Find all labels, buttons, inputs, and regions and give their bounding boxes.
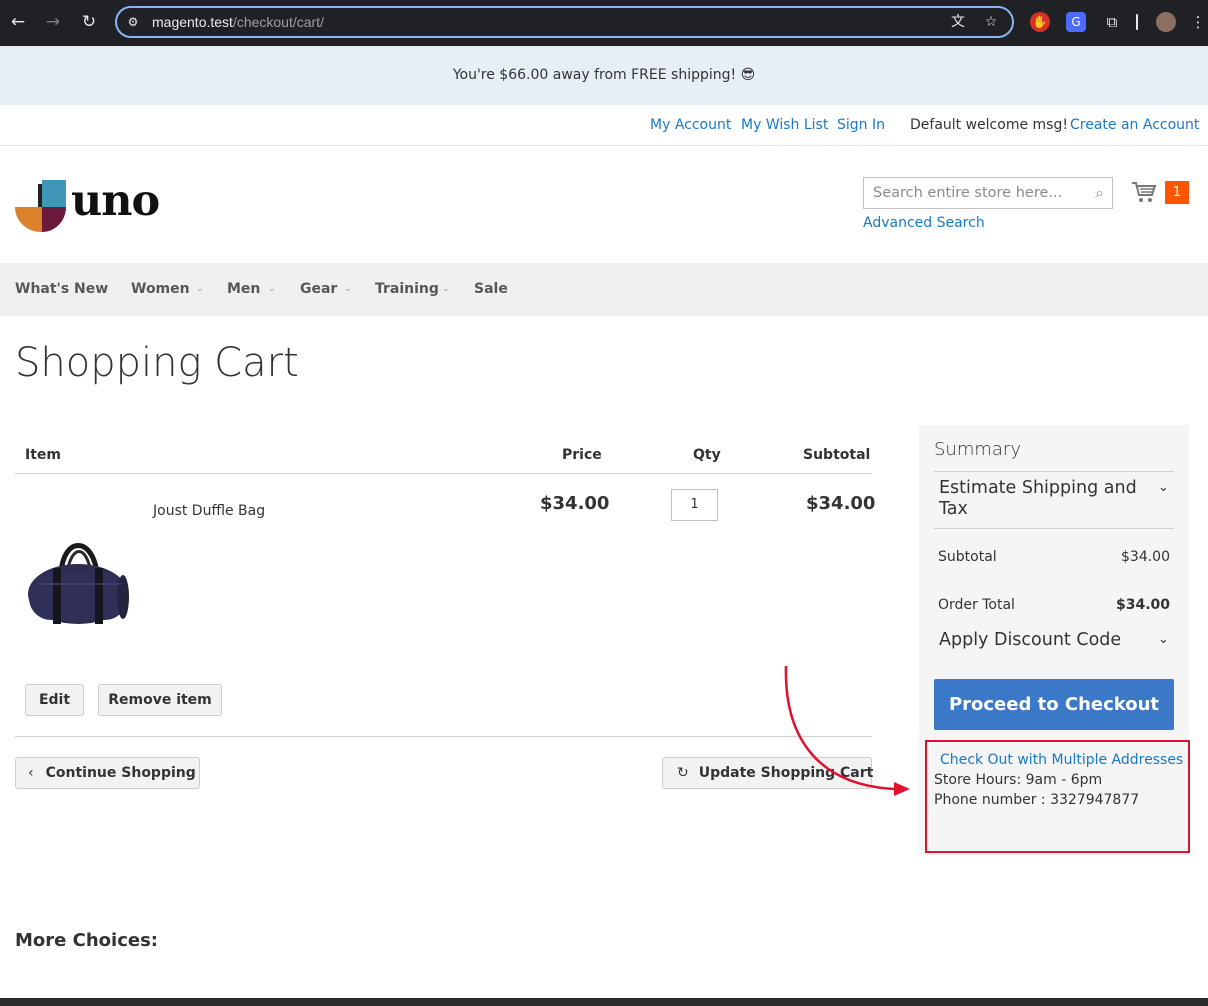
translate-extension-icon[interactable]: G bbox=[1066, 12, 1086, 32]
search-input[interactable]: Search entire store here... ⌕ bbox=[863, 177, 1113, 209]
welcome-message: Default welcome msg! bbox=[910, 117, 1068, 133]
toolbar-divider bbox=[1136, 14, 1138, 30]
page-bottom-edge bbox=[0, 998, 1208, 1006]
nav-item-men[interactable]: Men bbox=[227, 281, 260, 297]
cart-icon bbox=[1132, 182, 1157, 202]
translate-icon[interactable]: 文 bbox=[949, 13, 967, 31]
create-account-link[interactable]: Create an Account bbox=[1070, 117, 1199, 133]
chevron-down-icon: ⌄ bbox=[196, 284, 204, 294]
continue-shopping-button[interactable]: ‹ Continue Shopping bbox=[15, 757, 200, 789]
search-placeholder: Search entire store here... bbox=[873, 185, 1063, 201]
refresh-icon: ↻ bbox=[677, 765, 689, 781]
proceed-to-checkout-button[interactable]: Proceed to Checkout bbox=[934, 679, 1174, 730]
nav-item-gear[interactable]: Gear bbox=[300, 281, 337, 297]
column-header-subtotal: Subtotal bbox=[803, 447, 871, 463]
browser-toolbar: ← → ↻ ⚙ magento.test/checkout/cart/ 文 ☆ … bbox=[0, 0, 1208, 46]
free-shipping-banner: You're $66.00 away from FREE shipping! 😎 bbox=[0, 46, 1208, 105]
main-navigation: What's New Women ⌄ Men ⌄ Gear ⌄ Training… bbox=[0, 263, 1208, 316]
chevron-down-icon: ⌄ bbox=[268, 284, 276, 294]
site-settings-icon[interactable]: ⚙ bbox=[125, 14, 141, 30]
estimate-shipping-toggle[interactable]: Estimate Shipping and Tax bbox=[939, 478, 1149, 520]
url-text: magento.test/checkout/cart/ bbox=[152, 14, 324, 30]
chevron-down-icon[interactable]: ⌄ bbox=[1158, 480, 1169, 495]
extensions-icon[interactable]: ⧉ bbox=[1102, 12, 1122, 32]
divider bbox=[15, 736, 872, 737]
divider bbox=[15, 473, 872, 474]
summary-title: Summary bbox=[934, 439, 1021, 460]
order-total-value: $34.00 bbox=[1115, 597, 1170, 613]
divider bbox=[934, 471, 1174, 472]
browser-menu-icon[interactable]: ⋮ bbox=[1188, 12, 1208, 32]
product-price: $34.00 bbox=[540, 493, 610, 514]
product-subtotal: $34.00 bbox=[806, 493, 876, 514]
advanced-search-link[interactable]: Advanced Search bbox=[863, 215, 985, 231]
more-choices-heading: More Choices: bbox=[15, 930, 158, 951]
chevron-left-icon: ‹ bbox=[28, 765, 34, 781]
chevron-down-icon[interactable]: ⌄ bbox=[1158, 632, 1169, 647]
sign-in-link[interactable]: Sign In bbox=[837, 117, 885, 133]
wish-list-link[interactable]: My Wish List bbox=[741, 117, 828, 133]
nav-item-training[interactable]: Training bbox=[375, 281, 439, 297]
adblock-extension-icon[interactable]: ✋ bbox=[1030, 12, 1050, 32]
bookmark-star-icon[interactable]: ☆ bbox=[982, 13, 1000, 31]
edit-button[interactable]: Edit bbox=[25, 684, 84, 716]
mini-cart-icon[interactable] bbox=[1131, 180, 1157, 206]
order-total-label: Order Total bbox=[938, 597, 1015, 613]
column-header-price: Price bbox=[562, 447, 602, 463]
subtotal-value: $34.00 bbox=[1121, 549, 1170, 565]
address-bar[interactable]: ⚙ magento.test/checkout/cart/ 文 ☆ bbox=[115, 6, 1014, 38]
store-logo[interactable]: uno bbox=[14, 176, 160, 235]
remove-item-button[interactable]: Remove item bbox=[98, 684, 222, 716]
forward-icon[interactable]: → bbox=[42, 11, 64, 33]
chevron-down-icon: ⌄ bbox=[344, 284, 352, 294]
nav-item-women[interactable]: Women bbox=[131, 281, 190, 297]
annotation-highlight-box bbox=[925, 740, 1190, 853]
cart-count-badge[interactable]: 1 bbox=[1165, 181, 1189, 204]
apply-discount-toggle[interactable]: Apply Discount Code bbox=[939, 630, 1121, 651]
nav-item-sale[interactable]: Sale bbox=[474, 281, 508, 297]
product-image[interactable] bbox=[23, 532, 133, 632]
subtotal-label: Subtotal bbox=[938, 549, 997, 565]
column-header-qty: Qty bbox=[693, 447, 721, 463]
my-account-link[interactable]: My Account bbox=[650, 117, 731, 133]
nav-item-whats-new[interactable]: What's New bbox=[15, 281, 108, 297]
column-header-item: Item bbox=[25, 447, 61, 463]
duffle-bag-image bbox=[28, 543, 129, 624]
back-icon[interactable]: ← bbox=[7, 11, 29, 33]
header-links: My Account My Wish List Sign In Default … bbox=[0, 106, 1208, 146]
qty-input[interactable]: 1 bbox=[671, 489, 718, 521]
page-title: Shopping Cart bbox=[15, 340, 299, 386]
reload-icon[interactable]: ↻ bbox=[78, 11, 100, 33]
logo-text: uno bbox=[71, 176, 160, 226]
profile-avatar[interactable] bbox=[1156, 12, 1176, 32]
divider bbox=[934, 528, 1174, 529]
chevron-down-icon: ⌄ bbox=[442, 284, 450, 294]
search-icon[interactable]: ⌕ bbox=[1095, 183, 1104, 203]
continue-shopping-label: Continue Shopping bbox=[45, 765, 196, 781]
logo-mark-icon bbox=[14, 180, 66, 233]
annotation-arrow bbox=[784, 665, 910, 796]
product-name[interactable]: Joust Duffle Bag bbox=[153, 503, 265, 519]
